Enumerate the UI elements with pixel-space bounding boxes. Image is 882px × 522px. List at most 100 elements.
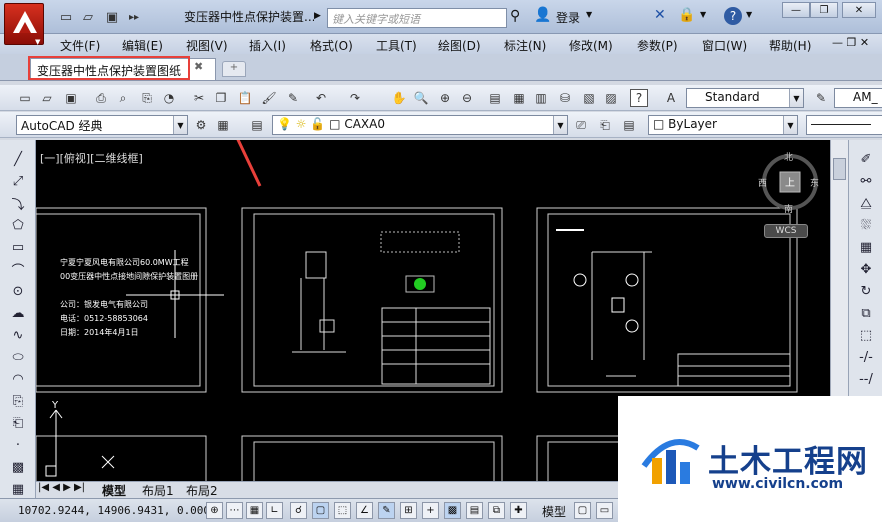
circle-icon[interactable]: ⊙: [9, 282, 27, 300]
properties-icon[interactable]: ▤: [486, 89, 504, 107]
arc-icon[interactable]: ⌒: [9, 260, 27, 279]
menu-view[interactable]: 视图(V): [186, 37, 228, 54]
minimize-button[interactable]: —: [782, 2, 810, 18]
tab-layout2[interactable]: 布局2: [180, 482, 224, 498]
block-editor-icon[interactable]: ✎: [284, 89, 302, 107]
line-icon[interactable]: ╱: [9, 150, 27, 168]
insert-block-icon[interactable]: ⎘: [9, 392, 27, 410]
ellipse-icon[interactable]: ⬭: [9, 348, 27, 366]
dynamic-input-icon[interactable]: ⊞: [400, 502, 417, 519]
binoculars-icon[interactable]: ⚲: [510, 8, 520, 24]
workspace-select[interactable]: AutoCAD 经典 ▼: [16, 115, 188, 135]
viewcube-west[interactable]: 西: [758, 176, 767, 189]
ellipse-arc-icon[interactable]: ◠: [9, 370, 27, 388]
rotate-icon[interactable]: ↻: [857, 282, 875, 300]
model-space-toggle[interactable]: 模型: [542, 503, 566, 520]
paste-icon[interactable]: 📋: [236, 89, 254, 107]
security-icon[interactable]: 🔒: [678, 7, 695, 23]
offset-icon[interactable]: ⛆: [857, 216, 875, 234]
ortho-icon[interactable]: ∟: [266, 502, 283, 519]
infer-constraints-icon[interactable]: ⊕: [206, 502, 223, 519]
title-scroll-icon[interactable]: ▶: [314, 11, 321, 21]
menu-draw[interactable]: 绘图(D): [438, 37, 481, 54]
menu-insert[interactable]: 插入(I): [249, 37, 286, 54]
layout-nav-arrows[interactable]: |◀ ◀ ▶ ▶|: [38, 482, 85, 493]
print-icon[interactable]: ⎙: [92, 89, 110, 107]
tab-layout1[interactable]: 布局1: [136, 482, 180, 498]
new-file-icon[interactable]: ▭: [56, 8, 76, 26]
tool-palettes-icon[interactable]: ▥: [532, 89, 550, 107]
print-preview-icon[interactable]: ⌕: [114, 89, 132, 107]
3d-publish-icon[interactable]: ◔: [160, 89, 178, 107]
zoom-previous-icon[interactable]: ⊖: [458, 89, 476, 107]
dim-style-select[interactable]: AM_: [834, 88, 882, 108]
menu-window[interactable]: 窗口(W): [702, 37, 747, 54]
dynamic-ucs-icon[interactable]: ✎: [378, 502, 395, 519]
save-icon[interactable]: ▣: [62, 89, 80, 107]
linetype-select[interactable]: [806, 115, 882, 135]
menu-help[interactable]: 帮助(H): [769, 37, 811, 54]
layer-select[interactable]: 💡 ☼ 🔓 □ CAXA0 ▼: [272, 115, 568, 135]
snap-mode-icon[interactable]: ⋯: [226, 502, 243, 519]
menu-tools[interactable]: 工具(T): [376, 37, 417, 54]
quick-view-drawings-icon[interactable]: ▭: [596, 502, 613, 519]
viewcube-north[interactable]: 北: [784, 150, 793, 163]
erase-icon[interactable]: ✐: [857, 150, 875, 168]
undo-icon[interactable]: ↶: [312, 89, 330, 107]
coordinate-readout[interactable]: 10702.9244, 14906.9431, 0.0000: [18, 504, 217, 517]
design-center-icon[interactable]: ▦: [510, 89, 528, 107]
publish-icon[interactable]: ⎘: [138, 89, 156, 107]
mirror-icon[interactable]: ⧋: [857, 194, 875, 212]
layer-properties-icon[interactable]: ▤: [248, 116, 266, 134]
close-button[interactable]: ✕: [842, 2, 876, 18]
pan-icon[interactable]: ✋: [390, 89, 408, 107]
point-icon[interactable]: ·: [9, 436, 27, 454]
menu-dimension[interactable]: 标注(N): [504, 37, 546, 54]
viewcube-east[interactable]: 东: [810, 176, 819, 189]
workspace-save-icon[interactable]: ▦: [214, 116, 232, 134]
help-icon[interactable]: ?: [630, 89, 648, 107]
new-icon[interactable]: ▭: [16, 89, 34, 107]
gradient-icon[interactable]: ▦: [9, 480, 27, 498]
help-search-input[interactable]: 键入关键字或短语: [327, 8, 507, 28]
viewport-label[interactable]: [一][俯视][二维线框]: [40, 150, 143, 166]
object-snap-tracking-icon[interactable]: ∠: [356, 502, 373, 519]
user-icon[interactable]: 👤: [534, 7, 551, 23]
redo-icon[interactable]: ↷: [346, 89, 364, 107]
save-icon[interactable]: ▣: [102, 8, 122, 26]
calculator-icon[interactable]: ▨: [602, 89, 620, 107]
dim-style-icon[interactable]: ✎: [812, 89, 830, 107]
polyline-icon[interactable]: ⤵: [9, 194, 27, 213]
zoom-window-icon[interactable]: ⊕: [436, 89, 454, 107]
make-current-layer-icon[interactable]: ⎚: [572, 116, 590, 134]
trim-icon[interactable]: -/-: [857, 348, 875, 366]
scale-icon[interactable]: ⧉: [857, 304, 875, 322]
extend-icon[interactable]: --/: [857, 370, 875, 388]
restore-button[interactable]: ❐: [810, 2, 838, 18]
move-icon[interactable]: ✥: [857, 260, 875, 278]
tab-model[interactable]: 模型: [96, 482, 132, 498]
object-snap-icon[interactable]: ▢: [312, 502, 329, 519]
chevron-down-icon[interactable]: ▼: [746, 10, 752, 19]
lineweight-icon[interactable]: +: [422, 502, 439, 519]
quick-view-layouts-icon[interactable]: ▢: [574, 502, 591, 519]
chevron-down-icon[interactable]: ▼: [586, 10, 592, 19]
3d-object-snap-icon[interactable]: ⬚: [334, 502, 351, 519]
markup-icon[interactable]: ▧: [580, 89, 598, 107]
copy-object-icon[interactable]: ⚯: [857, 172, 875, 190]
zoom-realtime-icon[interactable]: 🔍: [412, 89, 430, 107]
viewcube-top[interactable]: 上: [785, 174, 795, 189]
text-style-icon[interactable]: A: [662, 89, 680, 107]
grid-icon[interactable]: ▦: [246, 502, 263, 519]
sheet-set-icon[interactable]: ⛁: [556, 89, 574, 107]
menu-format[interactable]: 格式(O): [310, 37, 353, 54]
color-select[interactable]: □ ByLayer ▼: [648, 115, 798, 135]
copy-icon[interactable]: ❐: [212, 89, 230, 107]
text-style-select[interactable]: Standard ▼: [686, 88, 804, 108]
doc-window-controls[interactable]: — ❐ ✕: [832, 36, 869, 49]
array-icon[interactable]: ▦: [857, 238, 875, 256]
login-link[interactable]: 登录: [556, 9, 580, 26]
new-tab-button[interactable]: +: [222, 61, 246, 77]
menu-parameter[interactable]: 参数(P): [637, 37, 678, 54]
help-icon[interactable]: ?: [724, 7, 742, 25]
